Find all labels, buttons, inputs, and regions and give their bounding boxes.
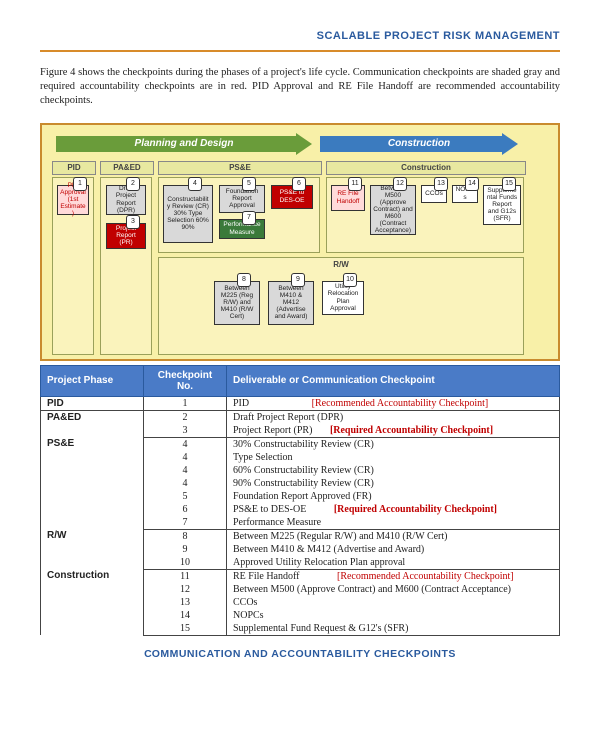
no-cell: 4	[144, 451, 227, 464]
box-12: Between M500 (Approve Contract) and M600…	[370, 185, 416, 235]
no-cell: 10	[144, 556, 227, 570]
no-cell: 4	[144, 477, 227, 490]
box-9: Between M410 & M412 (Advertise and Award…	[268, 281, 314, 325]
no-cell: 15	[144, 622, 227, 636]
phase-cell: PA&ED	[41, 410, 144, 437]
deliverable-cell: Draft Project Report (DPR)	[227, 410, 560, 424]
badge-8: 8	[237, 273, 251, 287]
box-15: Supplemental Funds Report and G12s (SFR)	[483, 185, 521, 225]
deliverable-cell: Approved Utility Relocation Plan approva…	[227, 556, 560, 570]
deliverable-cell: Between M500 (Approve Contract) and M600…	[227, 583, 560, 596]
badge-7: 7	[242, 211, 256, 225]
no-cell: 13	[144, 596, 227, 609]
no-cell: 5	[144, 490, 227, 503]
intro-paragraph: Figure 4 shows the checkpoints during th…	[40, 66, 560, 109]
deliverable-cell: PID [Recommended Accountability Checkpoi…	[227, 396, 560, 410]
badge-5: 5	[242, 177, 256, 191]
no-cell: 9	[144, 543, 227, 556]
badge-14: 14	[465, 177, 479, 191]
deliverable-cell: RE File Handoff [Recommended Accountabil…	[227, 569, 560, 583]
deliverable-cell: Type Selection	[227, 451, 560, 464]
phase-cell: PS&E	[41, 437, 144, 529]
no-cell: 8	[144, 529, 227, 543]
badge-6: 6	[292, 177, 306, 191]
deliverable-cell: 90% Constructability Review (CR)	[227, 477, 560, 490]
table-row: PA&ED 2 Draft Project Report (DPR)	[41, 410, 560, 424]
no-cell: 4	[144, 437, 227, 451]
deliverable-cell: NOPCs	[227, 609, 560, 622]
no-cell: 2	[144, 410, 227, 424]
th-deliverable: Deliverable or Communication Checkpoint	[227, 365, 560, 396]
no-cell: 7	[144, 516, 227, 530]
deliverable-cell: Foundation Report Approved (FR)	[227, 490, 560, 503]
phase-cell: Construction	[41, 569, 144, 635]
no-cell: 4	[144, 464, 227, 477]
deliverable-cell: Supplemental Fund Request & G12's (SFR)	[227, 622, 560, 636]
deliverable-cell: PS&E to DES-OE [Required Accountability …	[227, 503, 560, 516]
badge-15: 15	[502, 177, 516, 191]
badge-9: 9	[291, 273, 305, 287]
badge-4: 4	[188, 177, 202, 191]
arrow-construction: Construction	[320, 133, 518, 155]
arrow-planning: Planning and Design	[56, 133, 312, 155]
table-row: PID 1 PID [Recommended Accountability Ch…	[41, 396, 560, 410]
badge-12: 12	[393, 177, 407, 191]
no-cell: 12	[144, 583, 227, 596]
deliverable-cell: Between M225 (Regular R/W) and M410 (R/W…	[227, 529, 560, 543]
rw-label: R/W	[159, 260, 523, 269]
badge-10: 10	[343, 273, 357, 287]
phase-paed: PA&ED	[100, 161, 154, 175]
phase-pid: PID	[52, 161, 96, 175]
deliverable-cell: Between M410 & M412 (Advertise and Award…	[227, 543, 560, 556]
phase-cell: PID	[41, 396, 144, 410]
no-cell: 14	[144, 609, 227, 622]
badge-11: 11	[348, 177, 362, 191]
arrow-construction-label: Construction	[388, 138, 450, 149]
box-8: Between M225 (Reg R/W) and M410 (R/W Cer…	[214, 281, 260, 325]
arrow-planning-label: Planning and Design	[135, 138, 234, 149]
header-rule	[40, 50, 560, 52]
lifecycle-diagram: Planning and Design Construction PID PA&…	[40, 123, 560, 361]
deliverable-cell: 30% Constructability Review (CR)	[227, 437, 560, 451]
phase-cell: R/W	[41, 529, 144, 569]
checkpoint-table: Project Phase Checkpoint No. Deliverable…	[40, 365, 560, 636]
th-no: Checkpoint No.	[144, 365, 227, 396]
table-row: R/W 8 Between M225 (Regular R/W) and M41…	[41, 529, 560, 543]
deliverable-cell: Project Report (PR) [Required Accountabi…	[227, 424, 560, 438]
table-header-row: Project Phase Checkpoint No. Deliverable…	[41, 365, 560, 396]
box-4: Constructability Review (CR) 30% Type Se…	[163, 185, 213, 243]
deliverable-cell: Performance Measure	[227, 516, 560, 530]
th-phase: Project Phase	[41, 365, 144, 396]
phase-pse: PS&E	[158, 161, 322, 175]
no-cell: 6	[144, 503, 227, 516]
deliverable-cell: 60% Constructability Review (CR)	[227, 464, 560, 477]
table-row: PS&E 4 30% Constructability Review (CR)	[41, 437, 560, 451]
badge-13: 13	[434, 177, 448, 191]
badge-1: 1	[73, 177, 87, 191]
table-row: Construction 11 RE File Handoff [Recomme…	[41, 569, 560, 583]
figure-caption: COMMUNICATION AND ACCOUNTABILITY CHECKPO…	[40, 648, 560, 660]
no-cell: 3	[144, 424, 227, 438]
badge-3: 3	[126, 215, 140, 229]
no-cell: 11	[144, 569, 227, 583]
deliverable-cell: CCOs	[227, 596, 560, 609]
page-header: SCALABLE PROJECT RISK MANAGEMENT	[40, 30, 560, 42]
no-cell: 1	[144, 396, 227, 410]
badge-2: 2	[126, 177, 140, 191]
phase-con: Construction	[326, 161, 526, 175]
